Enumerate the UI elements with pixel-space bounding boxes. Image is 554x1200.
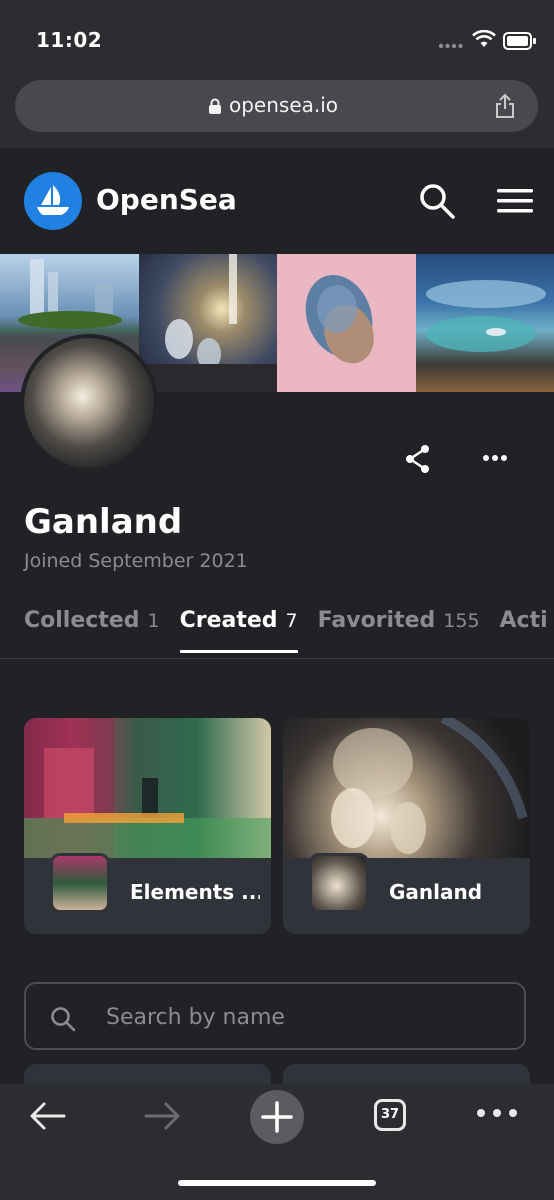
- joined-date: Joined September 2021: [24, 550, 248, 572]
- collection-banner-image: [24, 718, 271, 858]
- new-tab-button[interactable]: [250, 1090, 304, 1144]
- tab-count: 155: [443, 610, 480, 632]
- tab-count: 1: [147, 610, 160, 632]
- collection-card[interactable]: Elements ...: [24, 718, 271, 934]
- lock-icon: [209, 98, 221, 114]
- more-options-icon[interactable]: [482, 454, 508, 462]
- collection-thumbnail: [50, 853, 110, 913]
- more-menu-icon[interactable]: [476, 1108, 518, 1118]
- wifi-icon: [472, 30, 496, 47]
- search-input[interactable]: [104, 998, 508, 1036]
- tab-label: Created: [179, 608, 278, 633]
- profile-avatar: [24, 338, 154, 468]
- address-bar[interactable]: opensea.io: [15, 80, 538, 132]
- ship-icon: [37, 185, 69, 215]
- cellular-signal-icon: [438, 43, 463, 49]
- share-icon[interactable]: [493, 93, 517, 119]
- back-arrow-icon[interactable]: [28, 1100, 68, 1132]
- banner-image-fountain: [138, 254, 277, 392]
- forward-arrow-icon[interactable]: [142, 1100, 182, 1132]
- plus-icon: [261, 1101, 293, 1133]
- share-profile-icon[interactable]: [404, 444, 432, 474]
- home-indicator: [178, 1180, 376, 1186]
- site-header: OpenSea: [0, 148, 554, 254]
- tab-label: Collected: [24, 608, 140, 633]
- tab-activity[interactable]: Acti: [500, 608, 548, 653]
- collection-card[interactable]: Ganland: [283, 718, 530, 934]
- search-icon: [51, 1007, 76, 1032]
- tab-created[interactable]: Created 7: [179, 608, 298, 653]
- tab-label: Acti: [499, 608, 548, 633]
- browser-address-area: opensea.io: [0, 80, 554, 148]
- search-icon[interactable]: [418, 182, 456, 220]
- battery-icon: [503, 32, 536, 50]
- opensea-logo[interactable]: [24, 172, 82, 230]
- banner-image-seascape: [415, 254, 554, 392]
- collection-thumbnail: [309, 853, 369, 913]
- profile-name: Ganland: [24, 502, 183, 542]
- brand-name[interactable]: OpenSea: [96, 183, 237, 216]
- tab-collected[interactable]: Collected 1: [24, 608, 160, 653]
- hamburger-menu-icon[interactable]: [496, 188, 534, 214]
- url-text[interactable]: opensea.io: [229, 93, 338, 117]
- tab-label: Favorited: [317, 608, 436, 633]
- tabs-divider: [0, 658, 554, 659]
- banner-image-pinecone: [277, 254, 416, 392]
- search-by-name-box: [24, 982, 526, 1050]
- status-time: 11:02: [36, 28, 103, 52]
- status-bar: 11:02: [0, 0, 554, 80]
- collection-name: Elements ...: [130, 880, 260, 904]
- tab-count-label: 37: [380, 1107, 400, 1122]
- collection-banner-image: [283, 718, 530, 858]
- tab-switcher-button[interactable]: 37: [374, 1099, 406, 1131]
- profile-tabs: Collected 1 Created 7 Favorited 155 Acti: [24, 608, 554, 658]
- tab-favorited[interactable]: Favorited 155: [318, 608, 480, 653]
- collection-name: Ganland: [389, 880, 483, 904]
- tab-count: 7: [285, 610, 298, 632]
